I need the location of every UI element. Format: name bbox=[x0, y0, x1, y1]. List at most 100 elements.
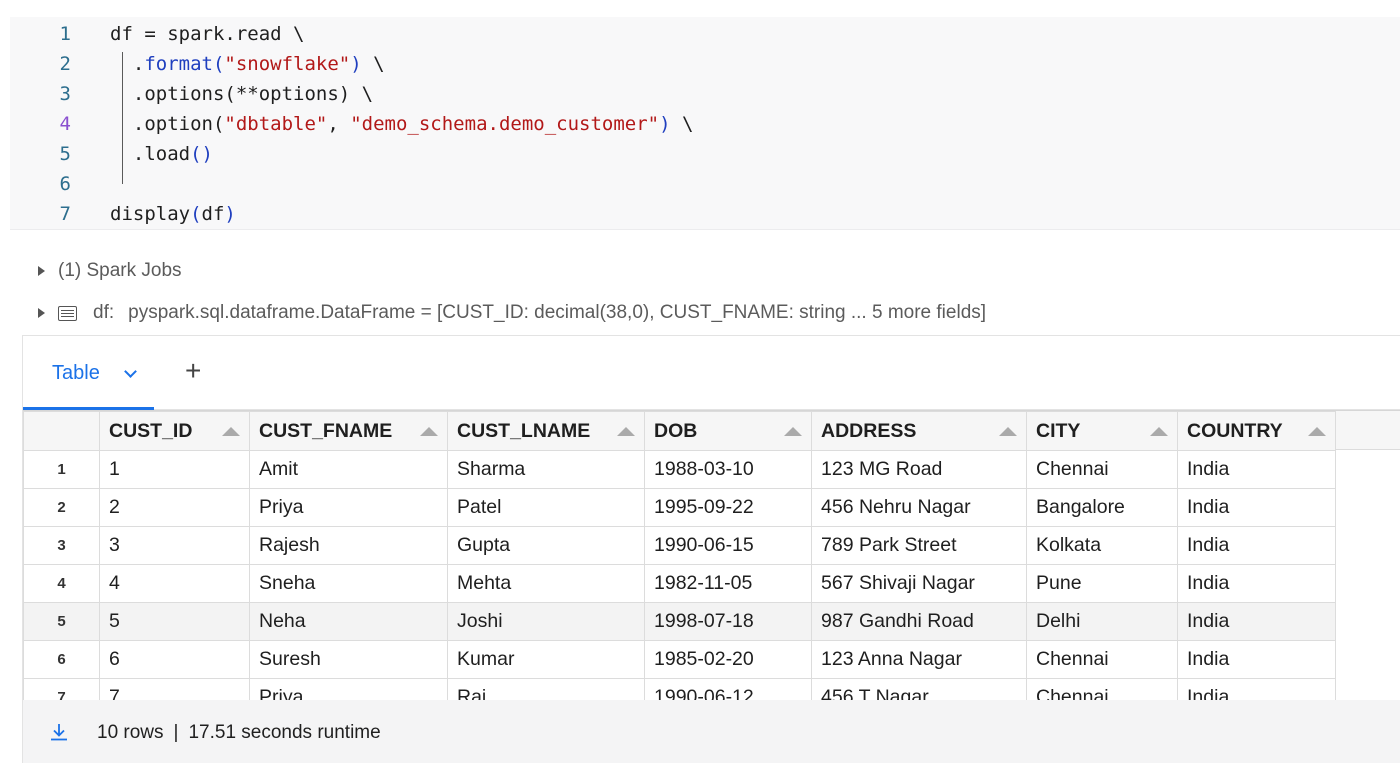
table-row[interactable]: 4 4 Sneha Mehta 1982-11-05 567 Shivaji Nagar P… bbox=[23, 564, 1336, 603]
table-row[interactable]: 7 7 Priya Rai 1990-06-12 456 T Nagar Chennai In… bbox=[23, 678, 1336, 700]
table-cell[interactable]: Chennai bbox=[1026, 678, 1178, 700]
table-row[interactable]: 6 6 Suresh Kumar 1985-02-20 123 Anna Nagar Che… bbox=[23, 640, 1336, 679]
sort-arrow-icon[interactable] bbox=[1308, 427, 1326, 436]
table-cell[interactable]: 1998-07-18 bbox=[644, 602, 812, 641]
table-cell[interactable]: 1988-03-10 bbox=[644, 450, 812, 489]
tab-table[interactable]: Table bbox=[23, 336, 154, 410]
dataframe-schema-toggle[interactable]: df: pyspark.sql.dataframe.DataFrame = [C… bbox=[38, 302, 986, 324]
row-number: 7 bbox=[23, 678, 100, 700]
column-header-city[interactable]: CITY bbox=[1026, 411, 1178, 451]
table-cell[interactable]: Patel bbox=[447, 488, 645, 527]
table-row[interactable]: 1 1 Amit Sharma 1988-03-10 123 MG Road Chennai… bbox=[23, 450, 1336, 489]
table-cell[interactable]: India bbox=[1177, 450, 1336, 489]
table-cell[interactable]: India bbox=[1177, 640, 1336, 679]
expand-caret-icon[interactable] bbox=[38, 308, 45, 318]
table-cell[interactable]: Rajesh bbox=[249, 526, 448, 565]
table-cell[interactable]: Gupta bbox=[447, 526, 645, 565]
sort-arrow-icon[interactable] bbox=[617, 427, 635, 436]
column-header-address[interactable]: ADDRESS bbox=[811, 411, 1027, 451]
table-row[interactable]: 5 5 Neha Joshi 1998-07-18 987 Gandhi Road Delh… bbox=[23, 602, 1336, 641]
column-header-dob[interactable]: DOB bbox=[644, 411, 812, 451]
table-cell[interactable]: Joshi bbox=[447, 602, 645, 641]
table-cell[interactable]: 3 bbox=[99, 526, 250, 565]
sort-arrow-icon[interactable] bbox=[784, 427, 802, 436]
table-cell[interactable]: 4 bbox=[99, 564, 250, 603]
table-cell[interactable]: India bbox=[1177, 488, 1336, 527]
table-cell[interactable]: 5 bbox=[99, 602, 250, 641]
code-token: "dbtable" bbox=[224, 113, 328, 135]
table-cell[interactable]: Chennai bbox=[1026, 640, 1178, 679]
column-header-cust-lname[interactable]: CUST_LNAME bbox=[447, 411, 645, 451]
column-header-cust-fname[interactable]: CUST_FNAME bbox=[249, 411, 448, 451]
table-cell[interactable]: 123 MG Road bbox=[811, 450, 1027, 489]
table-cell[interactable]: 6 bbox=[99, 640, 250, 679]
table-cell[interactable]: Kolkata bbox=[1026, 526, 1178, 565]
code-line[interactable]: 4 .option("dbtable", "demo_schema.demo_c… bbox=[10, 109, 1400, 139]
line-number: 4 bbox=[59, 113, 71, 135]
table-cell[interactable]: Kumar bbox=[447, 640, 645, 679]
table-cell[interactable]: 1 bbox=[99, 450, 250, 489]
table-row[interactable]: 3 3 Rajesh Gupta 1990-06-15 789 Park Street Ko… bbox=[23, 526, 1336, 565]
code-token: ) bbox=[224, 203, 236, 225]
table-cell[interactable]: 1985-02-20 bbox=[644, 640, 812, 679]
code-line[interactable]: 3 .options(**options) \ bbox=[10, 79, 1400, 109]
chevron-down-icon[interactable] bbox=[124, 365, 137, 378]
code-text: display(df) bbox=[110, 199, 236, 229]
header-filler bbox=[1336, 411, 1400, 450]
table-cell[interactable]: India bbox=[1177, 602, 1336, 641]
table-cell[interactable]: 1995-09-22 bbox=[644, 488, 812, 527]
table-cell[interactable]: 1982-11-05 bbox=[644, 564, 812, 603]
table-cell[interactable]: Sneha bbox=[249, 564, 448, 603]
download-icon[interactable] bbox=[49, 722, 69, 742]
column-header-label: CUST_FNAME bbox=[259, 419, 393, 442]
table-cell[interactable]: 7 bbox=[99, 678, 250, 700]
table-cell[interactable]: Bangalore bbox=[1026, 488, 1178, 527]
spark-jobs-toggle[interactable]: (1) Spark Jobs bbox=[38, 260, 182, 282]
table-row[interactable]: 2 2 Priya Patel 1995-09-22 456 Nehru Nagar Ban… bbox=[23, 488, 1336, 527]
row-number: 6 bbox=[23, 640, 100, 679]
code-line[interactable]: 5 .load() bbox=[10, 139, 1400, 169]
add-visualization-button[interactable]: + bbox=[185, 356, 201, 386]
table-cell[interactable]: Amit bbox=[249, 450, 448, 489]
code-line[interactable]: 7 display(df) bbox=[10, 199, 1400, 229]
code-token: \ bbox=[361, 53, 385, 75]
table-cell[interactable]: 2 bbox=[99, 488, 250, 527]
table-cell[interactable]: Rai bbox=[447, 678, 645, 700]
table-cell[interactable]: India bbox=[1177, 526, 1336, 565]
table-cell[interactable]: India bbox=[1177, 678, 1336, 700]
code-text: .options(**options) \ bbox=[110, 79, 373, 109]
table-cell[interactable]: Chennai bbox=[1026, 450, 1178, 489]
table-cell[interactable]: Sharma bbox=[447, 450, 645, 489]
table-cell[interactable]: Delhi bbox=[1026, 602, 1178, 641]
column-header-cust-id[interactable]: CUST_ID bbox=[99, 411, 250, 451]
table-cell[interactable]: Priya bbox=[249, 488, 448, 527]
sort-arrow-icon[interactable] bbox=[1150, 427, 1168, 436]
table-cell[interactable]: Pune bbox=[1026, 564, 1178, 603]
column-header-country[interactable]: COUNTRY bbox=[1177, 411, 1336, 451]
code-line[interactable]: 6 bbox=[10, 169, 1400, 199]
sort-arrow-icon[interactable] bbox=[222, 427, 240, 436]
code-line[interactable]: 2 .format("snowflake") \ bbox=[10, 49, 1400, 79]
code-token: .option( bbox=[110, 113, 225, 135]
table-cell[interactable]: Neha bbox=[249, 602, 448, 641]
table-cell[interactable]: Priya bbox=[249, 678, 448, 700]
column-header-label: ADDRESS bbox=[821, 419, 917, 442]
table-cell[interactable]: 456 T Nagar bbox=[811, 678, 1027, 700]
code-cell[interactable]: 1 df = spark.read \ 2 .format("snowflake")… bbox=[10, 17, 1400, 230]
table-cell[interactable]: Mehta bbox=[447, 564, 645, 603]
table-cell[interactable]: 1990-06-15 bbox=[644, 526, 812, 565]
sort-arrow-icon[interactable] bbox=[999, 427, 1017, 436]
code-line[interactable]: 1 df = spark.read \ bbox=[10, 19, 1400, 49]
code-text: .format("snowflake") \ bbox=[110, 49, 385, 79]
table-cell[interactable]: 1990-06-12 bbox=[644, 678, 812, 700]
table-cell[interactable]: India bbox=[1177, 564, 1336, 603]
expand-caret-icon[interactable] bbox=[38, 266, 45, 276]
table-cell[interactable]: 123 Anna Nagar bbox=[811, 640, 1027, 679]
column-header-label: CUST_LNAME bbox=[457, 419, 591, 442]
table-cell[interactable]: 567 Shivaji Nagar bbox=[811, 564, 1027, 603]
table-cell[interactable]: 789 Park Street bbox=[811, 526, 1027, 565]
table-cell[interactable]: 987 Gandhi Road bbox=[811, 602, 1027, 641]
sort-arrow-icon[interactable] bbox=[420, 427, 438, 436]
table-cell[interactable]: 456 Nehru Nagar bbox=[811, 488, 1027, 527]
table-cell[interactable]: Suresh bbox=[249, 640, 448, 679]
